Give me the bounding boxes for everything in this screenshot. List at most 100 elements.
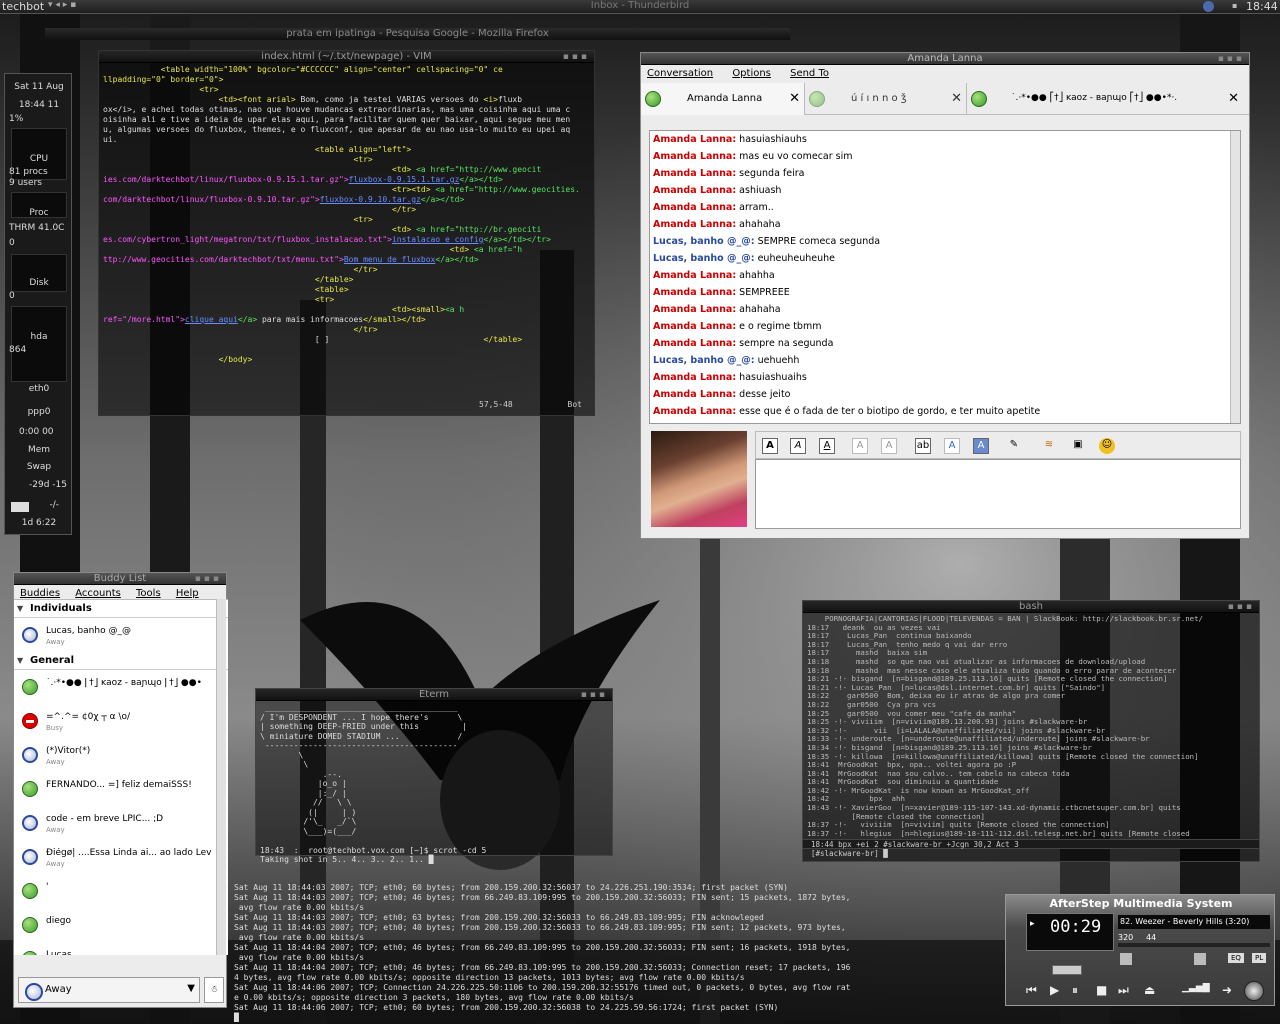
conversation-titlebar[interactable]: Amanda Lanna ▪▪▪ — [641, 53, 1249, 65]
available-icon — [22, 917, 38, 933]
vim-line: ies.com/darktechbot/linux/fluxbox-0.9.15… — [103, 175, 503, 184]
tab-third[interactable]: ˙.⋅*•●● ⎡†⎦ ĸaoz - ʙaɲɰo ⎡†⎦ ●●•*⋅. ✕ — [967, 83, 1243, 115]
chat-scrollbar[interactable] — [1230, 131, 1240, 423]
close-tab-icon[interactable]: ✕ — [951, 91, 962, 106]
volume-bar[interactable] — [1118, 943, 1270, 947]
chat-message: Lucas, banho @_@: uehuehh — [650, 352, 1240, 369]
afterstep-logo-icon[interactable] — [1244, 981, 1264, 1001]
buddy-item[interactable]: ˙.⋅*•●● ⎡†⎦ ĸaoz - ʙaɲɰo ⎡†⎦ ●●• — [14, 670, 228, 704]
tab-amanda[interactable]: Amanda Lanna ✕ — [641, 83, 805, 115]
bg-color-icon[interactable]: A — [973, 438, 989, 454]
insert-image-icon[interactable]: ▣ — [1070, 438, 1086, 454]
message-input[interactable] — [755, 459, 1241, 529]
smiley-icon[interactable]: ☺ — [1099, 438, 1115, 454]
chat-message: Lucas, banho @_@: euheuheuheuhe — [650, 250, 1240, 267]
tab-second[interactable]: ú í ı n n o ǯ ✕ — [805, 83, 967, 115]
window-buttons-icon[interactable]: ▪▪▪ — [1228, 601, 1255, 613]
play-icon[interactable]: ▶ — [1050, 983, 1059, 997]
vim-token: com/darktechbot/linux/fluxbox-0.9.10.tar… — [103, 195, 320, 204]
eject-icon[interactable]: ⏏ — [1144, 983, 1155, 997]
irc-titlebar[interactable]: bash ▪▪▪ — [803, 601, 1259, 613]
buddy-list-window[interactable]: Buddy List ▪▪▪ Buddies Accounts Tools He… — [13, 572, 228, 1008]
buddy-group[interactable]: General — [14, 652, 228, 670]
fg-color-icon[interactable]: A — [944, 438, 960, 454]
buddy-item[interactable]: ' — [14, 874, 228, 908]
vim-titlebar[interactable]: index.html (~/.txt/newpage) - VIM ▪▪▪ — [99, 51, 594, 63]
menu-accounts[interactable]: Accounts — [75, 588, 121, 599]
buddy-item[interactable]: Lucas, banho @_@ Away — [14, 618, 228, 652]
eq-button[interactable]: EQ — [1228, 953, 1244, 963]
buddy-item[interactable]: Ðiégø| ....Essa Linda ai... ao lado Lev A… — [14, 840, 228, 874]
next-icon[interactable]: ⏭ — [1118, 983, 1129, 998]
message-text: ahahha — [736, 270, 775, 281]
irc-window[interactable]: bash ▪▪▪ PORNOGRAFIA|CANTORIAS|FLOOD|TEL… — [802, 600, 1260, 862]
buddy-group[interactable]: Individuals — [14, 600, 228, 618]
menu-send-to[interactable]: Send To — [790, 68, 829, 79]
pager-icon[interactable]: ▪ — [1232, 1, 1237, 10]
window-buttons-icon[interactable]: ▪▪▪ — [1218, 53, 1245, 65]
buddy-item[interactable]: code - em breve LPIC... ;D Away — [14, 806, 228, 840]
volume-level-icon[interactable]: ▁▃▅▇ — [1182, 983, 1210, 993]
menu-options[interactable]: Options — [732, 68, 771, 79]
gk-ppp-time: 0:00 00 — [19, 427, 54, 437]
menu-tools[interactable]: Tools — [136, 588, 161, 599]
message-text: ahahaha — [736, 304, 781, 315]
seek-slider[interactable] — [1052, 965, 1082, 975]
pause-icon[interactable]: ⏸ — [1072, 983, 1078, 998]
close-tab-icon[interactable]: ✕ — [1228, 91, 1239, 106]
status-selector[interactable]: Away ▼ — [18, 977, 200, 1003]
buddy-scrollbar[interactable] — [216, 599, 226, 955]
buddy-item[interactable]: FERNANDO... =] feliz demaiSSS! — [14, 772, 228, 806]
iplog-output[interactable]: Sat Aug 11 18:44:03 2007; TCP; eth0; 60 … — [234, 883, 894, 1023]
vim-token: para mais informacoes — [257, 315, 364, 324]
font-larger-icon[interactable]: A — [852, 438, 868, 454]
window-buttons-icon[interactable]: ▪▪▪ — [195, 573, 222, 585]
close-tab-icon[interactable]: ✕ — [789, 91, 800, 106]
eterm-output[interactable]: ________________________________________… — [256, 701, 612, 867]
buddy-item[interactable]: =^.^= ¢0χ ┬ α \o/Busy — [14, 704, 228, 738]
window-buttons-icon[interactable]: ▪▪▪ — [581, 689, 608, 701]
buddy-list[interactable]: Individuals Lucas, banho @_@ Away General ˙.… — [14, 599, 228, 955]
buddy-item[interactable]: (*)Vitor(*) Away — [14, 738, 228, 772]
vim-token: <a h — [444, 305, 465, 314]
conversation-window[interactable]: Amanda Lanna ▪▪▪ Conversation Options Se… — [640, 52, 1250, 539]
menu-conversation[interactable]: Conversation — [647, 68, 713, 79]
menu-buddies[interactable]: Buddies — [20, 588, 60, 599]
firefox-titlebar[interactable]: prata em ipatinga - Pesquisa Google - Mo… — [45, 28, 790, 40]
irc-input[interactable]: [#slackware-br] █ — [811, 849, 888, 858]
pl-button[interactable]: PL — [1252, 953, 1267, 963]
insert-link-icon[interactable]: ≋ — [1041, 438, 1057, 454]
eterm-titlebar[interactable]: Eterm ▪▪▪ — [256, 689, 612, 701]
clock: 18:44 — [1246, 0, 1278, 13]
window-buttons-icon[interactable]: ▪▪▪ — [563, 51, 590, 63]
eterm-window[interactable]: Eterm ▪▪▪ ______________________________… — [255, 688, 613, 864]
root-terminal[interactable]: Sat Aug 11 18:44:03 2007; TCP; eth0; 60 … — [234, 883, 894, 1023]
vim-token: clique aqui — [184, 315, 238, 324]
irc-output[interactable]: PORNOGRAFIA|CANTORIAS|FLOOD|TELEVENDAS =… — [803, 613, 1259, 858]
chat-history[interactable]: Amanda Lanna: hasuiashiauhs Amanda Lanna:… — [649, 130, 1241, 424]
chevron-down-icon[interactable]: ▼ — [187, 983, 195, 994]
underline-icon[interactable]: A — [819, 438, 835, 454]
font-face-icon[interactable]: ab — [915, 438, 931, 454]
eq-knob-icon[interactable] — [1194, 953, 1206, 965]
buddy-item[interactable]: Lucas. — [14, 942, 228, 955]
buddy-item[interactable]: diego — [14, 908, 228, 942]
status-figure-icon[interactable]: ☃ — [204, 977, 224, 1003]
chat-message: Amanda Lanna: hasuiashiauhs — [650, 131, 1240, 148]
vim-token: u, algumas versoes do fluxbox, themes, e… — [103, 125, 571, 134]
italic-icon[interactable]: A — [790, 438, 806, 454]
menu-help[interactable]: Help — [176, 588, 199, 599]
repeat-icon[interactable]: ➜ — [1222, 983, 1232, 997]
network-icon[interactable] — [1203, 1, 1214, 12]
bold-icon[interactable]: A — [762, 438, 778, 454]
font-smaller-icon[interactable]: A — [881, 438, 897, 454]
afterstep-player[interactable]: AfterStep Multimedia System ▸ 00:29 82. … — [1005, 894, 1275, 1006]
stop-icon[interactable]: ■ — [1096, 983, 1107, 997]
gkrellm-monitor[interactable]: Sat 11 Aug 18:44 11 1% CPU 81 procs 9 us… — [4, 73, 72, 535]
balance-knob-icon[interactable] — [1120, 953, 1132, 965]
vim-window[interactable]: index.html (~/.txt/newpage) - VIM ▪▪▪ <t… — [98, 50, 595, 416]
reset-format-icon[interactable]: ✎ — [1006, 438, 1022, 454]
vim-buffer[interactable]: <table width="100%" bgcolor="#CCCCCC" al… — [99, 63, 594, 403]
buddy-list-titlebar[interactable]: Buddy List ▪▪▪ — [14, 573, 226, 585]
previous-icon[interactable]: ⏮ — [1026, 983, 1037, 998]
